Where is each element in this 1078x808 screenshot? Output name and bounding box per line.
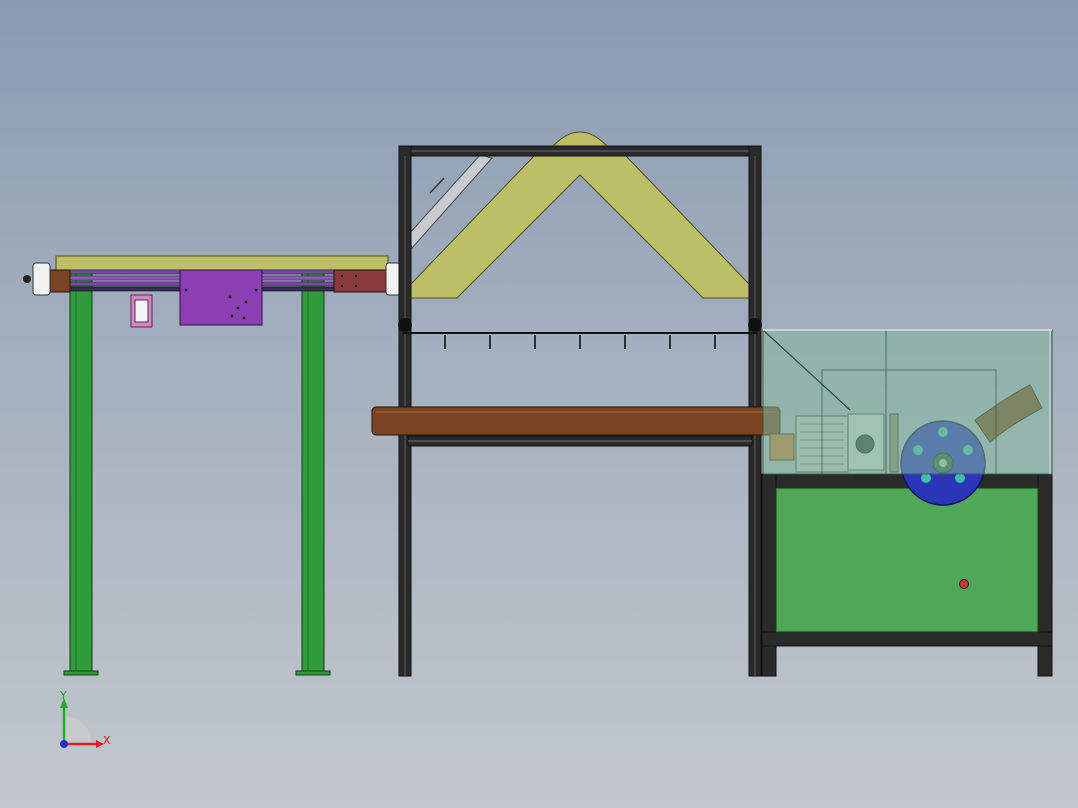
brace-slot xyxy=(429,177,445,194)
cad-viewport[interactable]: Y X xyxy=(0,0,1078,808)
left-roller[interactable] xyxy=(32,262,51,296)
right-leg-foot xyxy=(295,670,331,676)
left-leg-foot xyxy=(63,670,99,676)
bolt xyxy=(236,306,240,310)
bolt xyxy=(340,284,344,288)
x-axis-label: X xyxy=(103,734,111,747)
glass-hood[interactable] xyxy=(762,329,1053,475)
hopper-dome xyxy=(551,131,609,147)
center-frame[interactable] xyxy=(371,131,781,677)
indicator-light[interactable] xyxy=(959,579,969,589)
left-end-block[interactable] xyxy=(47,269,71,293)
left-conveyor-table[interactable] xyxy=(23,255,402,676)
y-axis-label: Y xyxy=(59,689,67,702)
coordinate-triad: Y X xyxy=(59,689,111,748)
bolt xyxy=(230,314,234,318)
cabinet-bottom-rail[interactable] xyxy=(761,631,1053,647)
bolt xyxy=(254,288,258,292)
bolt xyxy=(354,274,358,278)
right-sprocket[interactable] xyxy=(748,318,762,332)
wood-log[interactable] xyxy=(371,406,781,436)
triad-arc xyxy=(64,716,92,744)
left-sprocket[interactable] xyxy=(398,318,412,332)
bolt xyxy=(242,316,246,320)
left-roller-hub xyxy=(23,275,31,283)
belt-top-plate[interactable] xyxy=(55,255,389,271)
z-axis-dot xyxy=(60,740,68,748)
right-leg[interactable] xyxy=(301,271,325,675)
bolt xyxy=(184,288,188,292)
bolt xyxy=(340,274,344,278)
machine-assembly-drawing[interactable]: Y X xyxy=(0,0,1078,808)
bolt xyxy=(354,284,358,288)
bolt xyxy=(228,295,232,299)
tines xyxy=(444,335,716,349)
cabinet-panel[interactable] xyxy=(775,487,1039,633)
chipper-unit[interactable] xyxy=(761,329,1053,677)
right-end-block[interactable] xyxy=(333,269,387,293)
left-leg[interactable] xyxy=(69,271,93,675)
motor-mount-plate[interactable] xyxy=(179,269,263,326)
sensor-window xyxy=(134,299,149,323)
bolt xyxy=(244,300,248,304)
